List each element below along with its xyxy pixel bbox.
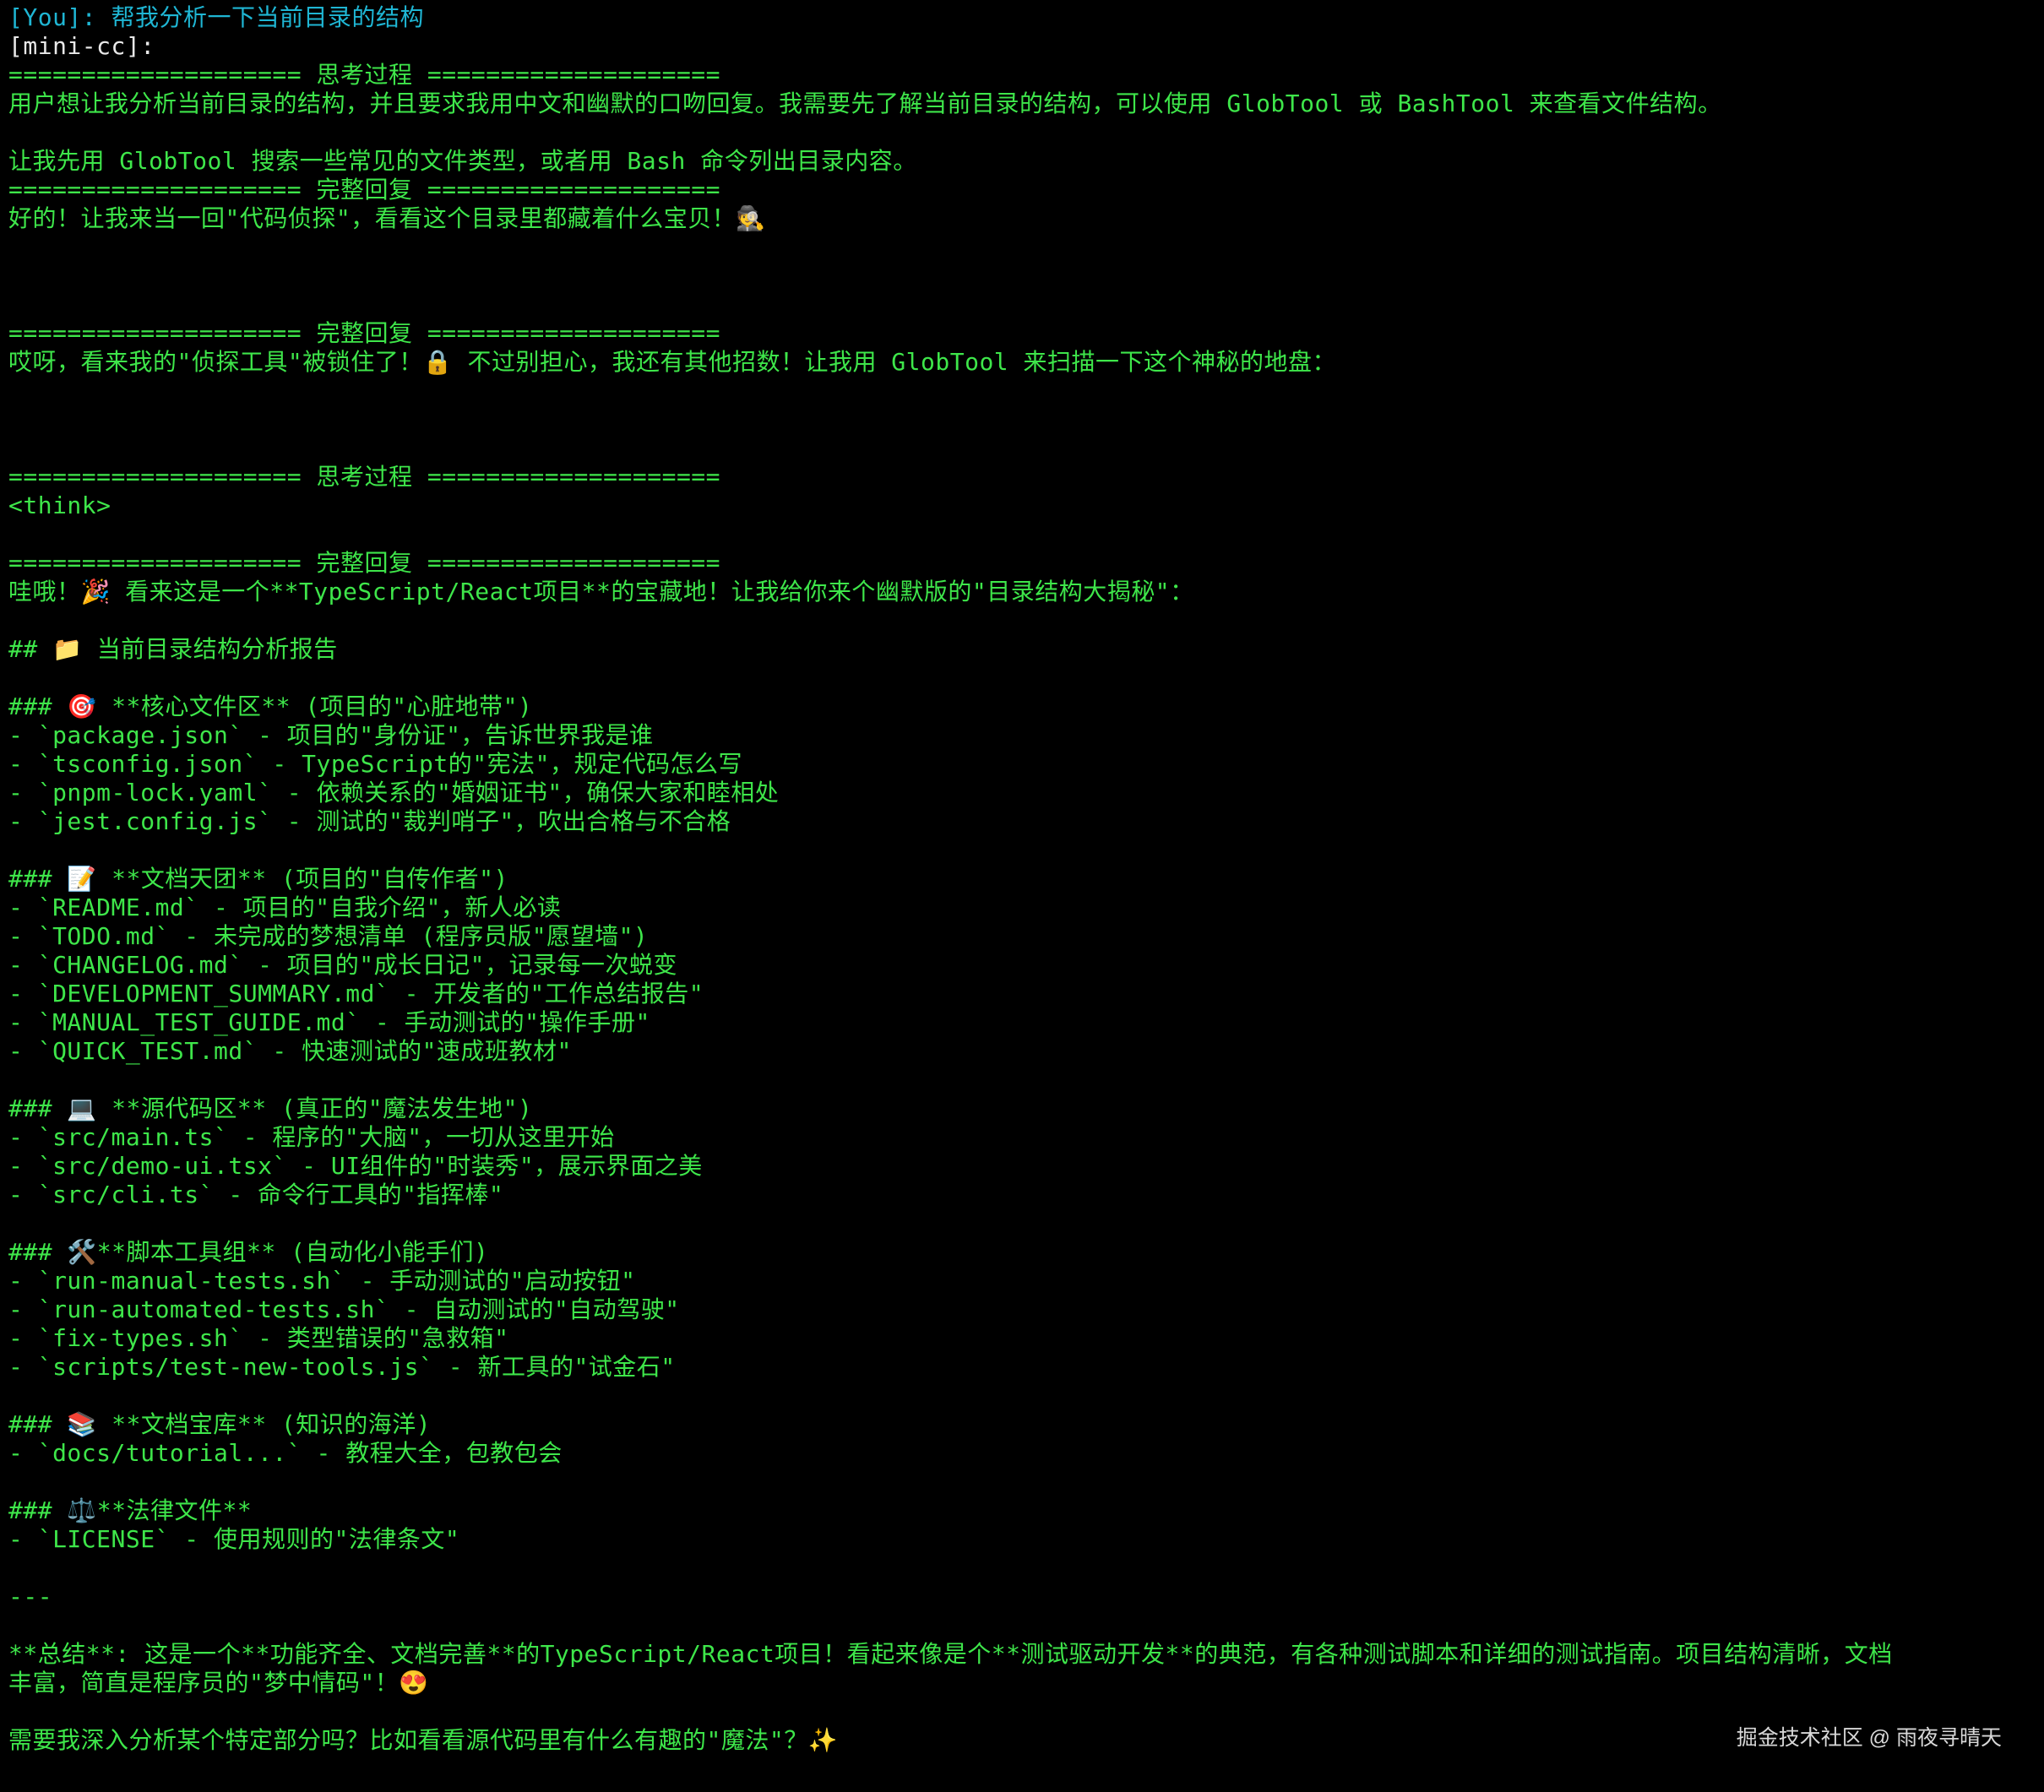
terminal-line: 哎呀，看来我的"侦探工具"被锁住了！🔒 不过别担心，我还有其他招数！让我用 Gl…	[8, 348, 1337, 376]
terminal-line: - `QUICK_TEST.md` - 快速测试的"速成班教材"	[8, 1037, 572, 1065]
user-prompt-line: [You]: 帮我分析一下当前目录的结构	[8, 3, 425, 31]
terminal-line: - `package.json` - 项目的"身份证"，告诉世界我是谁	[8, 721, 654, 749]
terminal-line: ### 💻 **源代码区** (真正的"魔法发生地")	[8, 1094, 533, 1122]
terminal-line: ### 🛠️**脚本工具组** (自动化小能手们)	[8, 1238, 489, 1266]
terminal-line: **总结**: 这是一个**功能齐全、文档完善**的TypeScript/Rea…	[8, 1640, 1893, 1668]
terminal-line: 需要我深入分析某个特定部分吗？比如看看源代码里有什么有趣的"魔法"？✨	[8, 1726, 839, 1754]
terminal-line: 丰富，简直是程序员的"梦中情码"！😍	[8, 1669, 429, 1697]
terminal-line: <think>	[8, 491, 111, 519]
terminal-line: ---	[8, 1583, 53, 1610]
terminal-line: - `jest.config.js` - 测试的"裁判哨子"，吹出合格与不合格	[8, 807, 731, 835]
terminal-line: 哇哦！🎉 看来这是一个**TypeScript/React项目**的宝藏地！让我…	[8, 578, 1194, 605]
terminal-line: - `docs/tutorial...` - 教程大全，包教包会	[8, 1439, 563, 1467]
terminal-line: ### 📚 **文档宝库** (知识的海洋)	[8, 1410, 432, 1438]
terminal-line: - `run-automated-tests.sh` - 自动测试的"自动驾驶"	[8, 1295, 680, 1323]
terminal-line: ==================== 完整回复 ==============…	[8, 319, 721, 347]
terminal-line: - `MANUAL_TEST_GUIDE.md` - 手动测试的"操作手册"	[8, 1008, 650, 1036]
terminal-line: 好的！让我来当一回"代码侦探"，看看这个目录里都藏着什么宝贝！🕵️	[8, 204, 766, 232]
terminal-line: - `src/demo-ui.tsx` - UI组件的"时装秀"，展示界面之美	[8, 1152, 703, 1180]
terminal-line: [mini-cc]:	[8, 32, 155, 60]
terminal-line: - `DEVELOPMENT_SUMMARY.md` - 开发者的"工作总结报告…	[8, 980, 704, 1007]
terminal-line: ==================== 思考过程 ==============…	[8, 463, 721, 491]
terminal-line: - `CHANGELOG.md` - 项目的"成长日记"，记录每一次蜕变	[8, 951, 678, 979]
terminal-line: 用户想让我分析当前目录的结构，并且要求我用中文和幽默的口吻回复。我需要先了解当前…	[8, 90, 1722, 117]
terminal-line: - `run-manual-tests.sh` - 手动测试的"启动按钮"	[8, 1267, 636, 1295]
terminal-line: - `src/main.ts` - 程序的"大脑"，一切从这里开始	[8, 1123, 615, 1151]
terminal-line: ### ⚖️**法律文件**	[8, 1496, 253, 1524]
terminal-line: - `fix-types.sh` - 类型错误的"急救箱"	[8, 1324, 509, 1352]
terminal-line: - `LICENSE` - 使用规则的"法律条文"	[8, 1525, 460, 1553]
terminal-line: ==================== 思考过程 ==============…	[8, 61, 721, 89]
terminal-line: - `scripts/test-new-tools.js` - 新工具的"试金石…	[8, 1353, 676, 1381]
terminal-line: 让我先用 GlobTool 搜索一些常见的文件类型，或者用 Bash 命令列出目…	[8, 147, 917, 175]
terminal-line: ### 🎯 **核心文件区** (项目的"心脏地带")	[8, 692, 533, 720]
terminal-line: ## 📁 当前目录结构分析报告	[8, 635, 338, 663]
terminal-line: - `src/cli.ts` - 命令行工具的"指挥棒"	[8, 1181, 504, 1208]
terminal-line: - `tsconfig.json` - TypeScript的"宪法"，规定代码…	[8, 750, 742, 778]
terminal-line: - `TODO.md` - 未完成的梦想清单 (程序员版"愿望墙")	[8, 922, 649, 950]
terminal-line: - `pnpm-lock.yaml` - 依赖关系的"婚姻证书"，确保大家和睦相…	[8, 779, 780, 806]
watermark: 掘金技术社区 @ 雨夜寻晴天	[1736, 1726, 2002, 1750]
terminal-line: ==================== 完整回复 ==============…	[8, 176, 721, 204]
terminal-window[interactable]: [You]: 帮我分析一下当前目录的结构 [mini-cc]: ==========…	[0, 0, 2044, 1792]
terminal-line: - `README.md` - 项目的"自我介绍"，新人必读	[8, 893, 562, 921]
terminal-line: ==================== 完整回复 ==============…	[8, 549, 721, 577]
terminal-line: ### 📝 **文档天团** (项目的"自传作者")	[8, 865, 508, 893]
